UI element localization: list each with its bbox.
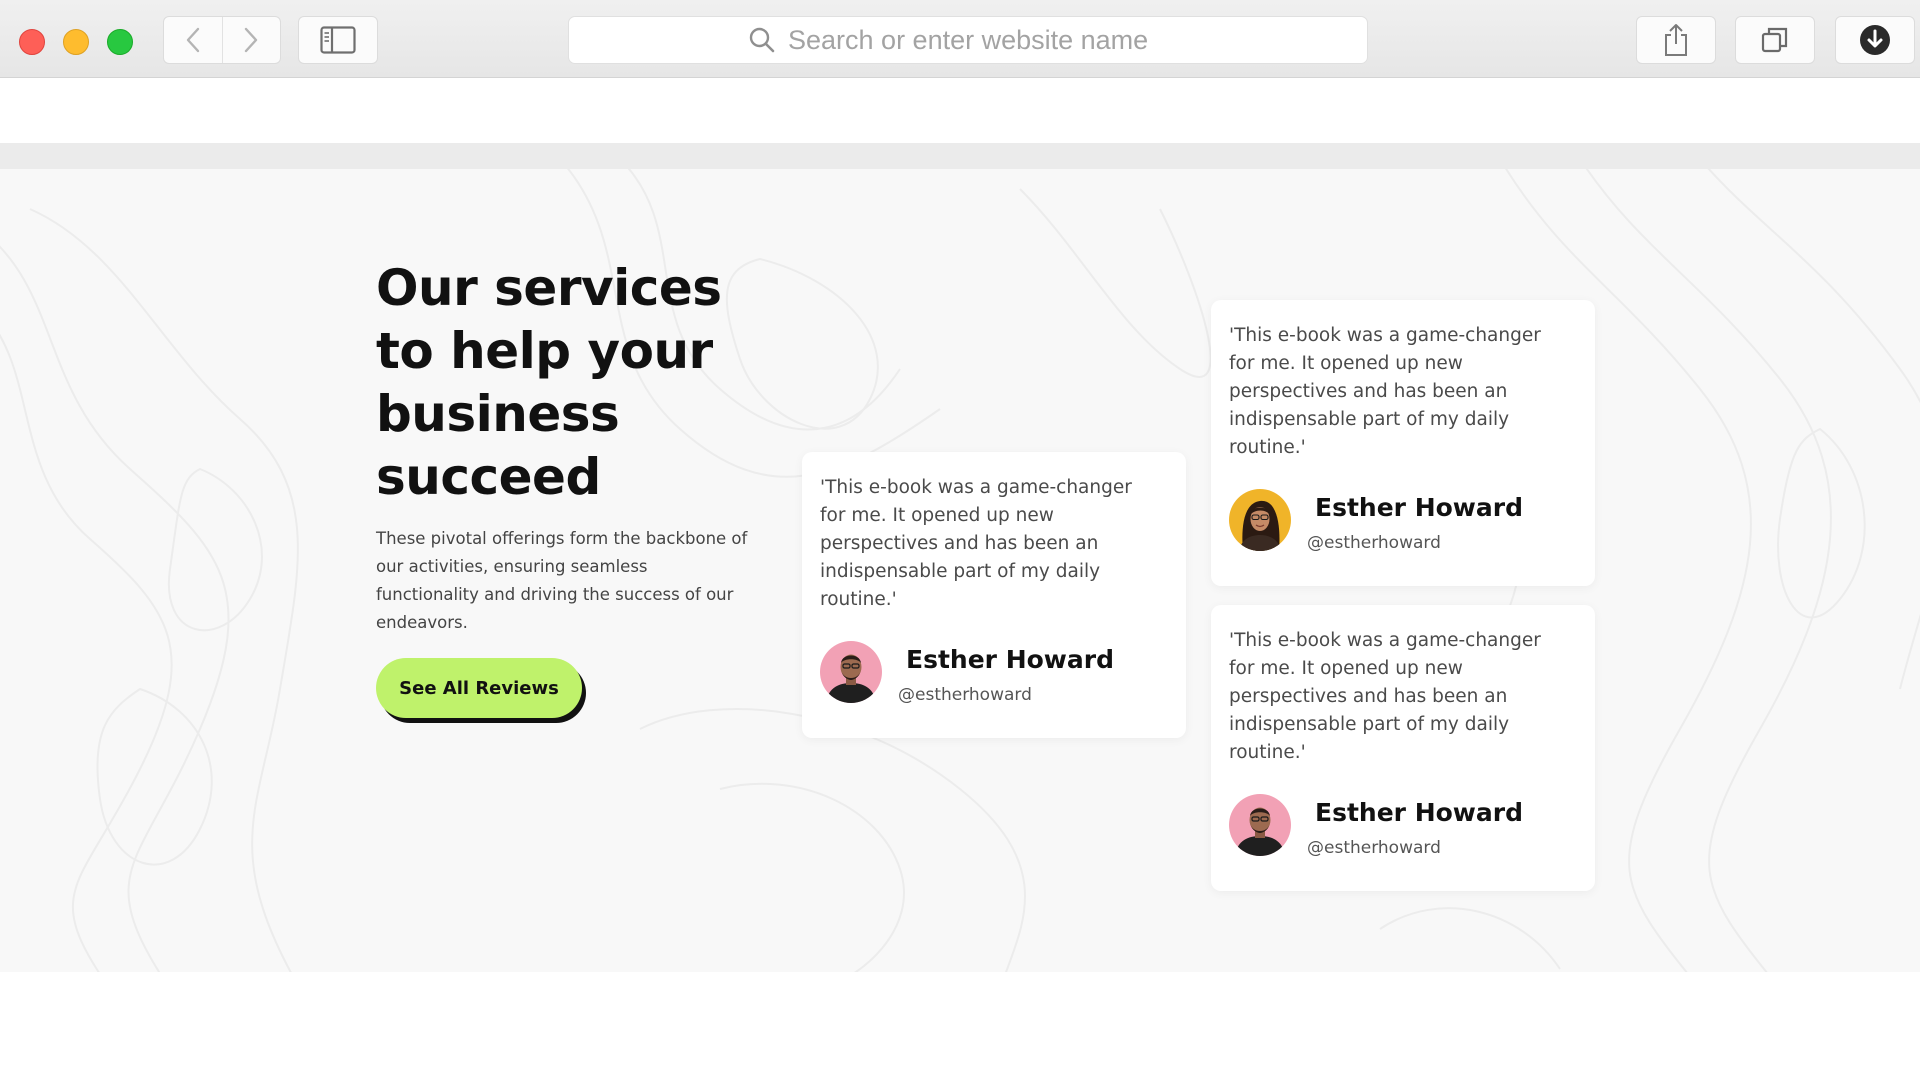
minimize-window-button[interactable] [63, 29, 89, 55]
section-title-line: Our services [376, 259, 722, 317]
review-quote-line: perspectives and has been an [820, 533, 1099, 554]
see-all-reviews-button[interactable]: See All Reviews [376, 658, 582, 718]
man-avatar [1229, 794, 1291, 856]
address-bar[interactable] [568, 16, 1368, 64]
description-line: our activities, ensuring seamless [376, 557, 648, 576]
review-quote-line: routine.' [1229, 742, 1306, 763]
chevron-right-icon [245, 27, 258, 53]
review-quote: 'This e-book was a game-changer for me. … [820, 474, 1172, 614]
review-quote-line: routine.' [820, 589, 897, 610]
review-author-name: Esther Howard [1315, 798, 1523, 827]
section-title-line: succeed [376, 448, 601, 506]
review-quote-line: for me. It opened up new [1229, 353, 1463, 374]
description-line: functionality and driving the success of… [376, 585, 734, 604]
review-quote: 'This e-book was a game-changer for me. … [1229, 627, 1581, 767]
woman-avatar [1229, 489, 1291, 551]
testimonials-section: Our services to help your business succe… [0, 169, 1920, 972]
download-icon [1860, 25, 1890, 55]
share-icon [1665, 24, 1687, 56]
review-quote: 'This e-book was a game-changer for me. … [1229, 322, 1581, 462]
review-quote-line: indispensable part of my daily [1229, 714, 1510, 735]
review-author: Esther Howard @estherhoward [820, 639, 1170, 705]
section-title: Our services to help your business succe… [376, 257, 756, 509]
search-icon [749, 27, 775, 53]
back-button[interactable] [164, 17, 222, 63]
description-line: endeavors. [376, 613, 468, 632]
man-avatar [820, 641, 882, 703]
review-author: Esther Howard @estherhoward [1229, 792, 1579, 858]
tabs-overview-button[interactable] [1735, 16, 1815, 64]
review-card: 'This e-book was a game-changer for me. … [1211, 605, 1595, 891]
sidebar-icon [320, 26, 356, 54]
close-window-button[interactable] [19, 29, 45, 55]
review-card: 'This e-book was a game-changer for me. … [1211, 300, 1595, 586]
review-quote-line: 'This e-book was a game-changer [1229, 325, 1541, 346]
review-quote-line: for me. It opened up new [1229, 658, 1463, 679]
section-description: These pivotal offerings form the backbon… [376, 525, 766, 637]
review-quote-line: for me. It opened up new [820, 505, 1054, 526]
forward-button[interactable] [221, 17, 281, 63]
address-input[interactable] [788, 24, 1188, 56]
review-quote-line: indispensable part of my daily [1229, 409, 1510, 430]
tabs-icon [1761, 27, 1788, 53]
review-quote-line: 'This e-book was a game-changer [820, 477, 1132, 498]
review-quote-line: indispensable part of my daily [820, 561, 1101, 582]
review-author-handle: @estherhoward [1307, 533, 1441, 553]
review-author-handle: @estherhoward [1307, 838, 1441, 858]
sidebar-toggle-button[interactable] [298, 16, 378, 64]
review-quote-line: perspectives and has been an [1229, 381, 1508, 402]
review-author: Esther Howard @estherhoward [1229, 487, 1579, 553]
navigation-buttons [163, 16, 281, 64]
section-title-line: business [376, 385, 620, 443]
share-button[interactable] [1636, 16, 1716, 64]
review-quote-line: 'This e-book was a game-changer [1229, 630, 1541, 651]
chevron-left-icon [186, 27, 199, 53]
page-divider-strip [0, 143, 1920, 169]
browser-toolbar [0, 0, 1920, 78]
section-title-line: to help your [376, 322, 713, 380]
downloads-button[interactable] [1835, 16, 1915, 64]
review-quote-line: perspectives and has been an [1229, 686, 1508, 707]
description-line: These pivotal offerings form the backbon… [376, 529, 748, 548]
review-author-name: Esther Howard [1315, 493, 1523, 522]
review-author-handle: @estherhoward [898, 685, 1032, 705]
review-card: 'This e-book was a game-changer for me. … [802, 452, 1186, 738]
review-quote-line: routine.' [1229, 437, 1306, 458]
review-author-name: Esther Howard [906, 645, 1114, 674]
zoom-window-button[interactable] [107, 29, 133, 55]
